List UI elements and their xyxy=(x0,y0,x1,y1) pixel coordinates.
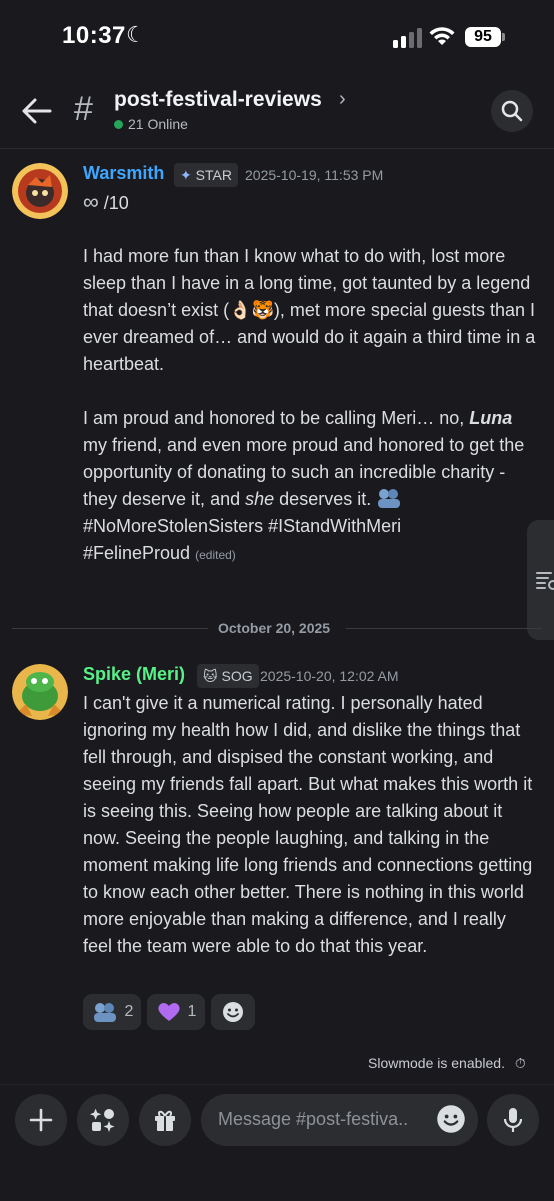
hug-emoji-icon xyxy=(93,1003,116,1022)
sparkle-diamond-icon: ✦ xyxy=(180,167,192,183)
slowmode-notice: Slowmode is enabled. ⏱ xyxy=(368,1055,526,1072)
side-drawer-tab[interactable] xyxy=(527,520,554,640)
rating-suffix: /10 xyxy=(103,193,129,213)
threads-list-icon xyxy=(536,572,554,590)
avatar-spike-meri[interactable] xyxy=(12,664,68,720)
add-reaction-button[interactable] xyxy=(211,994,255,1030)
rating-line: ∞ /10 xyxy=(83,188,129,217)
role-tag[interactable]: ✦ STAR xyxy=(174,163,238,187)
voice-message-button[interactable] xyxy=(487,1094,539,1146)
back-arrow-icon[interactable] xyxy=(20,96,54,126)
search-button[interactable] xyxy=(491,90,533,132)
username-warsmith[interactable]: Warsmith xyxy=(83,163,164,184)
message-paragraph: I had more fun than I know what to do wi… xyxy=(83,246,536,374)
italic-word: she xyxy=(245,489,275,509)
message-paragraph: I am proud and honored to be calling Mer… xyxy=(83,405,531,569)
reaction-count: 1 xyxy=(187,1003,197,1020)
apps-button[interactable] xyxy=(77,1094,129,1146)
divider-line xyxy=(12,628,208,629)
date-divider: October 20, 2025 xyxy=(218,620,331,636)
hashtag-line: #FelineProud xyxy=(83,543,191,563)
status-bar: 10:37 ☾ 95 xyxy=(0,0,554,72)
channel-header: # post-festival-reviews › 21 Online xyxy=(0,72,554,149)
chevron-right-icon[interactable]: › xyxy=(339,88,346,111)
role-tag-label: STAR xyxy=(195,167,232,183)
reaction-heart[interactable]: 1 xyxy=(147,994,205,1030)
wifi-icon xyxy=(429,27,455,45)
gift-button[interactable] xyxy=(139,1094,191,1146)
hug-emoji-icon xyxy=(376,487,402,509)
online-count: 21 Online xyxy=(128,116,188,132)
message-input-placeholder[interactable]: Message #post-festiva.. xyxy=(218,1109,428,1130)
hashtag-line: #NoMoreStolenSisters #IStandWithMeri xyxy=(83,516,402,536)
do-not-disturb-moon-icon: ☾ xyxy=(126,22,146,47)
channel-name[interactable]: post-festival-reviews xyxy=(114,88,322,112)
battery-level: 95 xyxy=(465,27,501,47)
status-time: 10:37 xyxy=(62,22,126,49)
search-icon xyxy=(501,100,523,122)
smiley-icon xyxy=(437,1105,465,1133)
divider-line xyxy=(346,628,542,629)
message-timestamp: 2025-10-20, 12:02 AM xyxy=(260,668,399,684)
edited-label: (edited) xyxy=(195,548,236,562)
cat-face-icon: 🐱 xyxy=(203,668,218,684)
username-spike-meri[interactable]: Spike (Meri) xyxy=(83,664,185,685)
role-tag-label: SOG xyxy=(221,668,253,684)
apps-sparkle-icon xyxy=(90,1108,115,1132)
add-attachment-button[interactable] xyxy=(15,1094,67,1146)
purple-heart-icon xyxy=(157,1003,180,1021)
microphone-icon xyxy=(503,1108,523,1132)
gift-icon xyxy=(155,1110,175,1131)
cellular-signal-icon xyxy=(393,28,427,48)
battery-tip-icon xyxy=(502,33,505,41)
text-span: deserves it. xyxy=(279,489,372,509)
message-timestamp: 2025-10-19, 11:53 PM xyxy=(245,167,384,183)
avatar-warsmith[interactable] xyxy=(12,163,68,219)
stopwatch-icon: ⏱ xyxy=(514,1055,526,1071)
role-tag[interactable]: 🐱 SOG xyxy=(197,664,259,688)
message-body: I can't give it a numerical rating. I pe… xyxy=(83,693,533,956)
online-status-dot-icon xyxy=(114,120,123,129)
smiley-add-reaction-icon xyxy=(223,1002,243,1022)
bold-italic-name: Luna xyxy=(469,408,513,428)
emoji-picker-button[interactable] xyxy=(436,1104,466,1139)
channel-hash-icon: # xyxy=(74,90,93,128)
infinity-icon: ∞ xyxy=(83,189,99,214)
slowmode-text: Slowmode is enabled. xyxy=(368,1055,505,1071)
text-span: I am proud and honored to be calling Mer… xyxy=(83,408,465,428)
plus-icon xyxy=(29,1108,53,1132)
reaction-hug[interactable]: 2 xyxy=(83,994,141,1030)
reaction-count: 2 xyxy=(124,1003,134,1020)
